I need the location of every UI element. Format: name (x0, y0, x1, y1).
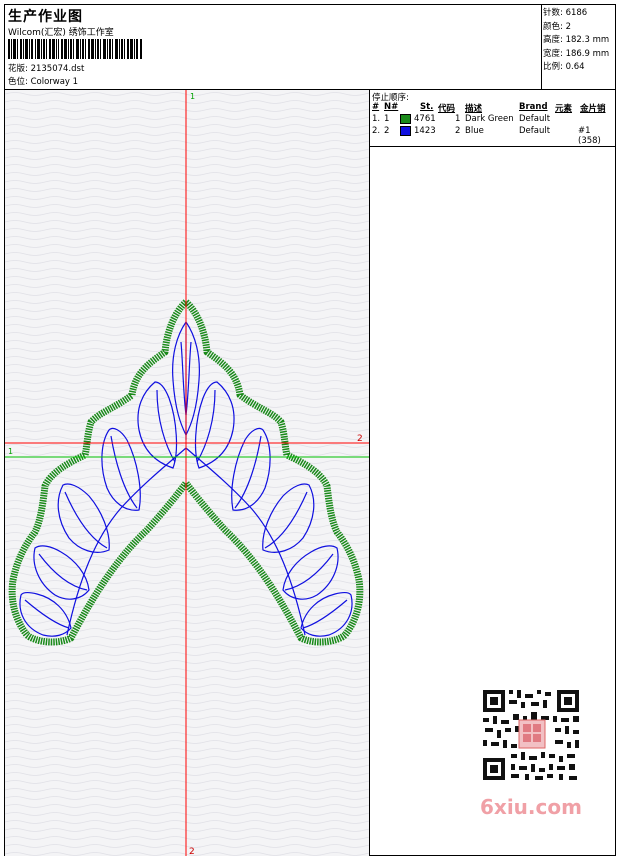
stop-sequence-table: # N# St. 代码 描述 Brand 元素 金片销 1. 1 4761 1 … (370, 102, 615, 147)
qr-center-seal (518, 719, 546, 749)
color-swatch-blue (400, 126, 411, 136)
stat-colors: 颜色: 2 (543, 21, 571, 32)
col-n: N# (384, 102, 399, 112)
design-file-value: 2135074.dst (30, 64, 85, 74)
sheet-title: 生产作业图 (8, 9, 83, 25)
axis-label-top: 1 (190, 92, 195, 101)
watermark-text: 6xiu.com (480, 795, 582, 819)
color-swatch-green (400, 114, 411, 124)
table-row: 2. 2 1423 2 Blue Default #1 (358) (372, 126, 601, 146)
company-name: Wilcom(汇宏) 绣饰工作室 (8, 28, 114, 38)
col-brand: Brand (519, 102, 548, 112)
table-row: 1. 1 4761 1 Dark Green Default (372, 114, 551, 124)
axis-label-right: 2 (357, 434, 363, 444)
axis-label-left: 1 (8, 447, 13, 456)
design-file-row: 花版: 2135074.dst (8, 62, 84, 74)
stat-stitches: 针数: 6186 (543, 8, 588, 18)
barcode-image (8, 39, 142, 59)
col-code: 代码 (438, 104, 456, 114)
embroidery-preview: 1 2 1 2 (5, 90, 370, 856)
colorway-value: Colorway 1 (30, 77, 79, 87)
col-element: 元素 (555, 104, 573, 114)
embroidery-design: 1 2 1 2 (5, 90, 369, 856)
colorway-row: 色位: Colorway 1 (8, 75, 78, 87)
header-info: 生产作业图 Wilcom(汇宏) 绣饰工作室 花版: 2135074.dst 色… (5, 5, 542, 89)
table-divider (370, 146, 615, 147)
axis-label-bottom: 2 (189, 847, 195, 856)
col-desc: 描述 (465, 104, 483, 114)
stat-height: 高度: 182.3 mm (543, 35, 610, 45)
stat-width: 宽度: 186.9 mm (543, 48, 610, 59)
qr-code-image (475, 686, 587, 784)
col-num: # (372, 102, 380, 112)
design-file-label: 花版: (8, 64, 28, 74)
table-header: # N# St. 代码 描述 Brand 元素 金片销 (370, 102, 615, 114)
stat-scale: 比例: 0.64 (543, 62, 585, 72)
colorway-label: 色位: (8, 77, 28, 87)
production-sheet: 生产作业图 Wilcom(汇宏) 绣饰工作室 花版: 2135074.dst 色… (4, 4, 616, 856)
col-sequin: 金片销 (580, 104, 606, 114)
design-stats: 针数: 6186 颜色: 2 高度: 182.3 mm 宽度: 186.9 mm… (543, 7, 609, 75)
sheet-header: 生产作业图 Wilcom(汇宏) 绣饰工作室 花版: 2135074.dst 色… (5, 5, 615, 90)
col-st: St. (420, 102, 434, 112)
